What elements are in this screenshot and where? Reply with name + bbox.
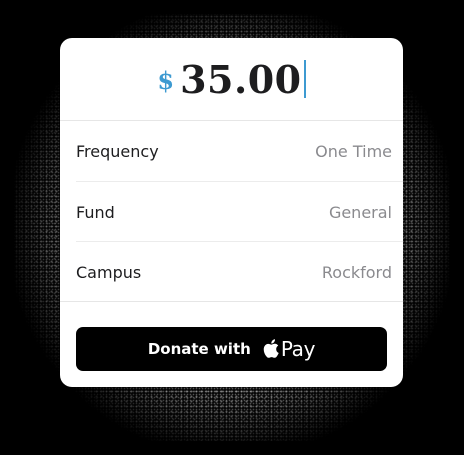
fund-value[interactable]: General bbox=[329, 203, 392, 222]
frequency-label: Frequency bbox=[76, 141, 159, 161]
screen: $ 35.00 Frequency One Time Fund General … bbox=[0, 0, 464, 455]
apple-pay-wordmark: Pay bbox=[280, 337, 316, 361]
campus-row[interactable]: Campus Rockford bbox=[60, 242, 403, 302]
campus-label: Campus bbox=[76, 262, 142, 282]
campus-value[interactable]: Rockford bbox=[322, 263, 392, 282]
divider bbox=[60, 301, 403, 302]
fund-row[interactable]: Fund General bbox=[60, 182, 403, 242]
apple-logo-icon bbox=[263, 338, 279, 358]
currency-symbol: $ bbox=[157, 65, 175, 95]
donate-with-apple-pay-button[interactable]: Donate with Pay bbox=[76, 327, 387, 371]
text-cursor bbox=[303, 60, 306, 98]
amount-value[interactable]: 35.00 bbox=[180, 57, 302, 102]
donation-card: $ 35.00 Frequency One Time Fund General … bbox=[60, 38, 403, 387]
pay-button-label: Donate with bbox=[147, 340, 251, 358]
frequency-row[interactable]: Frequency One Time bbox=[60, 121, 403, 181]
frequency-value[interactable]: One Time bbox=[315, 142, 392, 161]
amount-input[interactable]: $ 35.00 bbox=[60, 38, 403, 120]
fund-label: Fund bbox=[76, 202, 115, 222]
